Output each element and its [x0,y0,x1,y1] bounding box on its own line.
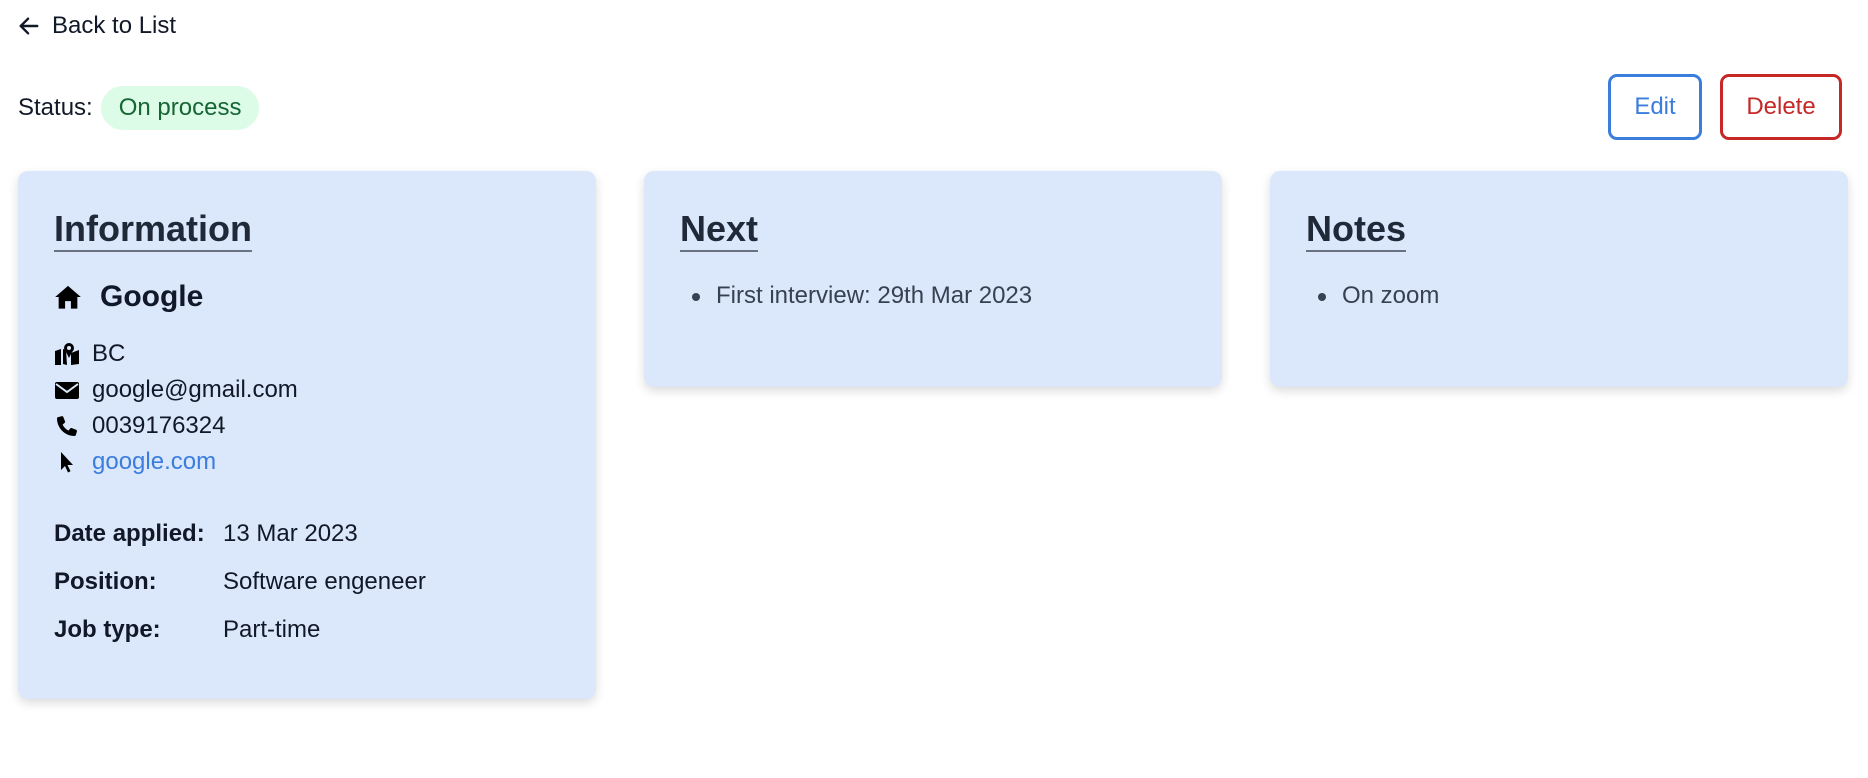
notes-title: Notes [1306,209,1407,252]
edit-button[interactable]: Edit [1608,74,1702,140]
back-to-list-link[interactable]: Back to List [18,12,176,40]
website-link[interactable]: google.com [92,448,216,476]
list-item: First interview: 29th Mar 2023 [680,282,1186,310]
job-detail-page: Back to List Status: On process Edit Del… [0,0,1868,778]
date-applied-label: Date applied: [54,520,205,547]
job-type-value: Part-time [223,616,321,643]
envelope-icon [55,382,79,399]
detail-row: Date applied: 13 Mar 2023 [54,510,560,558]
location-text: BC [92,340,126,367]
location-row: BC [54,336,560,372]
next-list: First interview: 29th Mar 2023 [680,282,1186,310]
list-item: On zoom [1306,282,1812,310]
next-card: Next First interview: 29th Mar 2023 [644,171,1222,387]
map-location-icon [55,343,79,365]
next-title: Next [680,209,759,252]
information-card: Information Google BC google@gmail.com 0… [18,171,596,699]
notes-card: Notes On zoom [1270,171,1848,387]
phone-text: 0039176324 [92,412,226,439]
email-text: google@gmail.com [92,376,298,403]
status-row: Status: On process [18,86,260,130]
phone-icon [57,416,77,436]
email-row: google@gmail.com [54,372,560,408]
position-label: Position: [54,568,157,595]
home-icon [55,285,81,309]
cursor-pointer-icon [61,452,73,473]
company-name: Google [100,280,204,313]
company-row: Google [54,280,560,314]
detail-row: Job type: Part-time [54,606,560,654]
detail-row: Position: Software engeneer [54,558,560,606]
details-list: Date applied: 13 Mar 2023 Position: Soft… [54,510,560,654]
delete-button[interactable]: Delete [1720,74,1842,140]
arrow-left-icon [19,17,39,35]
website-row: google.com [54,444,560,480]
notes-list: On zoom [1306,282,1812,310]
date-applied-value: 13 Mar 2023 [223,520,358,547]
job-type-label: Job type: [54,616,161,643]
action-buttons: Edit Delete [1608,74,1842,140]
phone-row: 0039176324 [54,408,560,444]
back-to-list-label: Back to List [52,12,177,39]
status-label: Status: [18,94,93,121]
information-title: Information [54,209,252,252]
position-value: Software engeneer [223,568,426,595]
status-badge: On process [100,86,260,130]
contact-list: BC google@gmail.com 0039176324 google.co… [54,336,560,480]
